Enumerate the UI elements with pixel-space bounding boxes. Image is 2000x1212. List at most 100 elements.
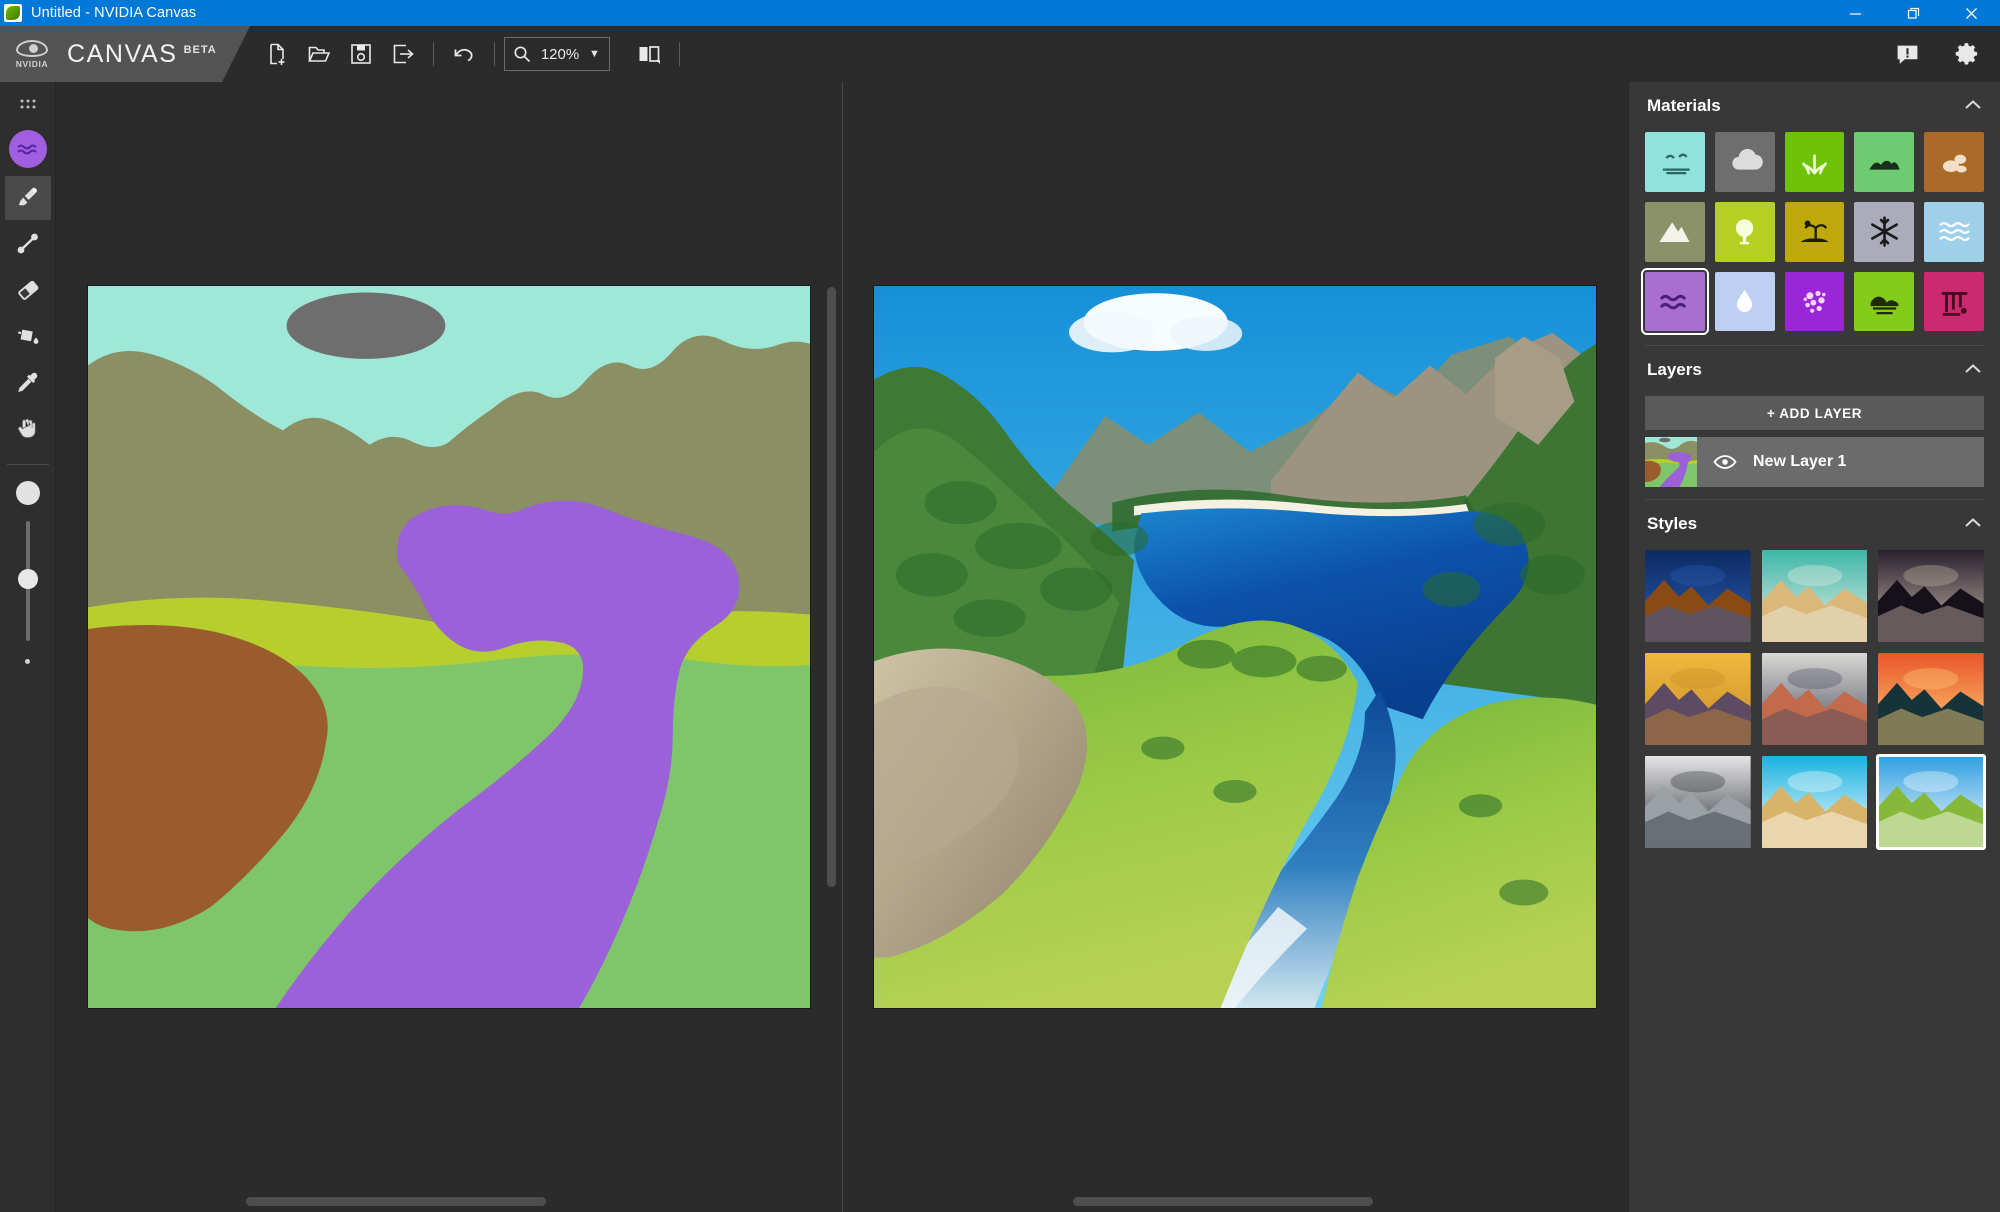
material-swatch-bush[interactable]	[1854, 132, 1915, 192]
material-swatch-snow[interactable]	[1854, 201, 1915, 262]
compare-view-button[interactable]	[628, 33, 670, 75]
zoom-control[interactable]: 120% ▼	[504, 37, 610, 71]
tree-icon	[1715, 202, 1775, 262]
line-tool[interactable]	[5, 222, 51, 266]
paint-bucket-tool[interactable]	[5, 314, 51, 358]
style-thumbnail-alpine-lake[interactable]	[1876, 754, 1986, 851]
styles-grid	[1629, 542, 2000, 862]
current-material-swatch[interactable]	[8, 130, 47, 168]
segmentation-vertical-scrollbar[interactable]	[826, 287, 836, 887]
material-swatch-flowers[interactable]	[1784, 271, 1845, 332]
layers-section-header[interactable]: Layers	[1629, 346, 2000, 388]
material-swatch-sea[interactable]	[1924, 201, 1984, 262]
material-swatch-tree[interactable]	[1714, 201, 1775, 262]
layer-row[interactable]: New Layer 1	[1645, 437, 1984, 488]
chevron-up-icon[interactable]	[1964, 97, 1982, 115]
file-tool-group	[256, 33, 424, 75]
style-thumbnail-cumulus-cloud[interactable]	[1761, 550, 1868, 643]
style-thumbnail-night-cave[interactable]	[1878, 550, 1984, 643]
brush-size-handle[interactable]	[17, 568, 38, 589]
segmentation-pane[interactable]	[56, 82, 842, 1212]
styles-title: Styles	[1647, 514, 1698, 534]
material-swatch-sky[interactable]	[1645, 132, 1705, 192]
main-toolbar: NVIDIA CANVAS BETA 120% ▼	[0, 26, 2000, 82]
save-button[interactable]	[340, 33, 382, 75]
toolbar-separator-2	[494, 42, 495, 66]
toolbar-separator-3	[678, 42, 680, 66]
water-icon	[16, 144, 37, 155]
material-swatch-island[interactable]	[1784, 201, 1845, 262]
material-swatch-cloud[interactable]	[1714, 132, 1775, 192]
material-swatch-water[interactable]	[1641, 267, 1709, 336]
chevron-up-icon[interactable]	[1964, 515, 1982, 533]
new-file-button[interactable]	[256, 33, 298, 75]
minimize-button[interactable]	[1826, 0, 1884, 26]
eyedropper-tool[interactable]	[5, 360, 51, 404]
style-thumbnail-ocean-sunset[interactable]	[1878, 653, 1984, 746]
brush-size-min-dot	[25, 659, 30, 664]
canvas-workspace	[56, 82, 1628, 1212]
style-thumbnail-red-rock-peaks[interactable]	[1761, 653, 1868, 746]
material-swatch-ruins[interactable]	[1924, 271, 1984, 332]
settings-button[interactable]	[1946, 33, 1988, 75]
material-swatch-dirt[interactable]	[1924, 132, 1984, 192]
island-palm-icon	[1785, 202, 1845, 262]
grass-icon	[1785, 132, 1845, 192]
paintbrush-tool[interactable]	[4, 176, 51, 220]
snowflake-icon	[1854, 202, 1914, 262]
grid-dots-icon[interactable]	[5, 92, 51, 122]
chevron-down-icon[interactable]: ▼	[589, 48, 600, 60]
material-swatch-mountain[interactable]	[1645, 201, 1705, 262]
history-tool-group	[443, 33, 485, 75]
ruins-icon	[1924, 272, 1984, 332]
materials-grid	[1629, 124, 2000, 345]
materials-section-header[interactable]: Materials	[1629, 82, 2000, 124]
rail-divider	[6, 464, 49, 465]
style-thumbnail-monochrome-peaks[interactable]	[1645, 756, 1751, 849]
app-body: Materials Layers + ADD LAYER New Layer 1…	[0, 82, 2000, 1212]
magnifier-icon	[514, 46, 531, 63]
open-folder-button[interactable]	[298, 33, 340, 75]
mountain-icon	[1645, 202, 1705, 262]
nvidia-canvas-logo-glyph	[6, 6, 20, 20]
feedback-button[interactable]	[1886, 33, 1928, 75]
export-button[interactable]	[382, 33, 424, 75]
tool-rail	[0, 82, 56, 1212]
app-icon	[4, 4, 22, 22]
water-drop-icon	[1715, 272, 1775, 332]
sea-waves-icon	[1924, 202, 1984, 262]
output-horizontal-scrollbar[interactable]	[1072, 1197, 1373, 1206]
rendered-output-artboard[interactable]	[874, 286, 1597, 1008]
eraser-tool[interactable]	[5, 268, 51, 312]
segmentation-horizontal-scrollbar[interactable]	[246, 1197, 546, 1206]
styles-section-header[interactable]: Styles	[1629, 500, 2000, 542]
style-thumbnail-desert-lightning[interactable]	[1645, 550, 1751, 643]
cloud-icon	[1715, 132, 1775, 192]
flowers-icon	[1785, 272, 1845, 332]
restore-button[interactable]	[1884, 0, 1942, 26]
chevron-up-icon[interactable]	[1964, 361, 1982, 379]
bush-hill-icon	[1854, 132, 1914, 192]
material-swatch-fog[interactable]	[1714, 271, 1775, 332]
eye-icon[interactable]	[1713, 454, 1737, 470]
pan-hand-tool[interactable]	[5, 406, 51, 450]
segmentation-artboard[interactable]	[87, 286, 810, 1008]
dirt-rocks-icon	[1924, 132, 1984, 192]
close-button[interactable]	[1942, 0, 2000, 26]
style-thumbnail-tropical-shore[interactable]	[1761, 756, 1868, 849]
layers-body: + ADD LAYER New Layer 1	[1629, 388, 2000, 499]
style-thumbnail-golden-sunrise[interactable]	[1645, 653, 1751, 746]
material-swatch-hill[interactable]	[1854, 271, 1915, 332]
sky-birds-icon	[1645, 132, 1705, 192]
undo-button[interactable]	[443, 33, 485, 75]
segment-cloud	[286, 292, 446, 359]
add-layer-button[interactable]: + ADD LAYER	[1645, 396, 1984, 431]
output-pane[interactable]	[842, 82, 1628, 1212]
hill-icon	[1854, 272, 1914, 332]
window-title: Untitled - NVIDIA Canvas	[31, 5, 197, 21]
material-swatch-grass[interactable]	[1784, 132, 1845, 192]
layer-name: New Layer 1	[1753, 453, 1847, 471]
brush-size-preview	[15, 481, 40, 505]
brush-size-slider[interactable]	[17, 521, 38, 641]
nvidia-wordmark: NVIDIA	[15, 58, 49, 69]
